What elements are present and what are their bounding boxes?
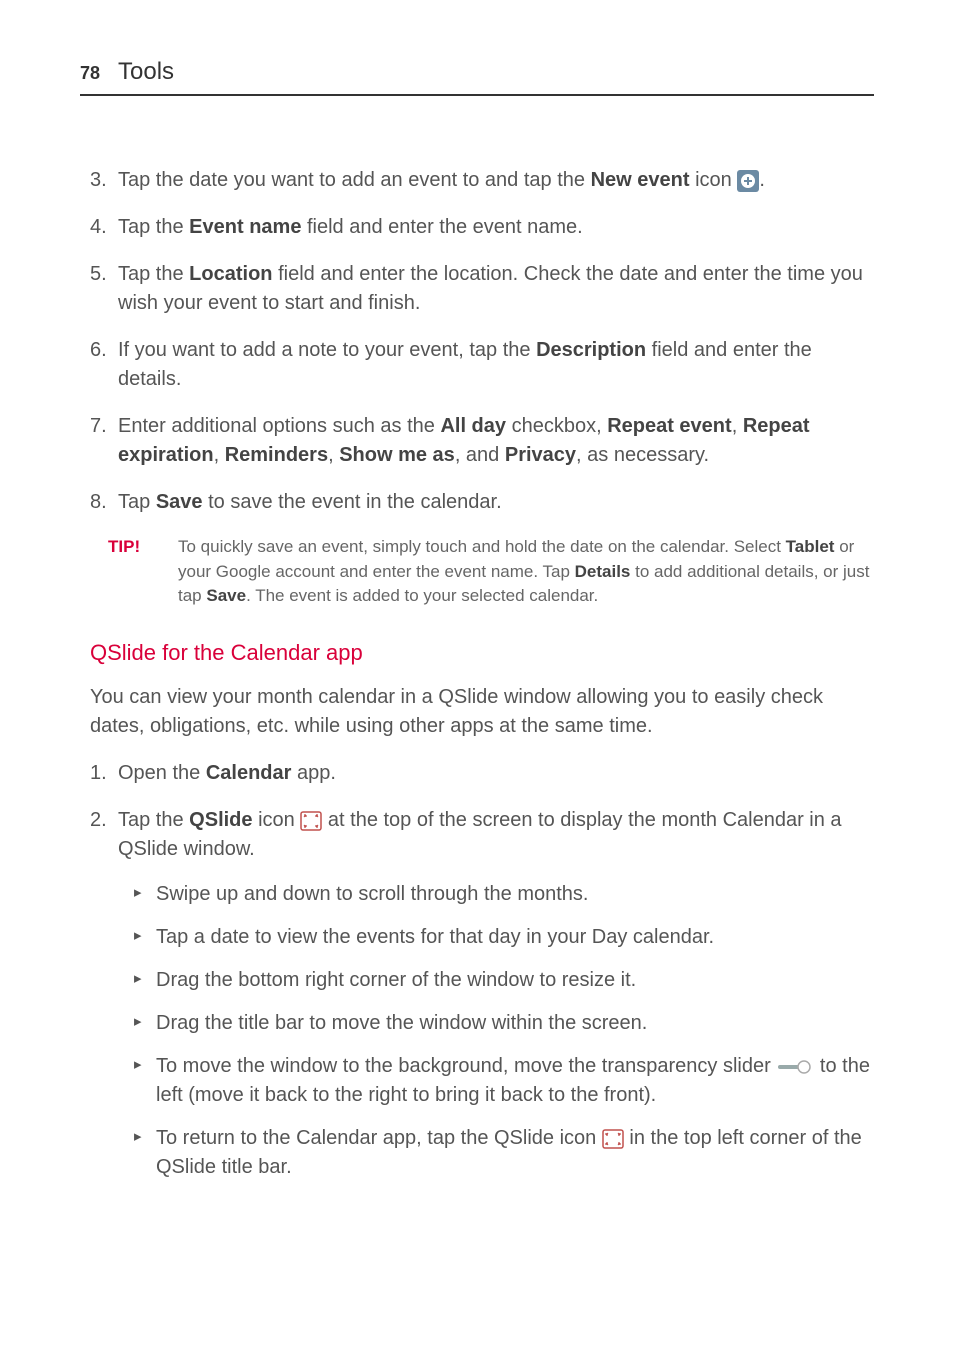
step-text: Tap — [118, 491, 156, 513]
tip-label: TIP! — [108, 535, 178, 609]
bold-privacy: Privacy — [505, 444, 576, 466]
bold-show-me-as: Show me as — [339, 444, 455, 466]
bold-details: Details — [575, 562, 631, 581]
bullet-drag-corner: Drag the bottom right corner of the wind… — [134, 966, 874, 995]
step-text: , — [214, 444, 225, 466]
page-number: 78 — [80, 60, 110, 86]
step-text: If you want to add a note to your event,… — [118, 339, 536, 361]
qslide-steps: 1. Open the Calendar app. 2. Tap the QSl… — [90, 759, 874, 1183]
step-text: app. — [291, 762, 335, 784]
bold-save: Save — [206, 586, 246, 605]
bold-tablet: Tablet — [786, 537, 835, 556]
qslide-step-2: 2. Tap the QSlide icon at the top of the… — [90, 806, 874, 1183]
bullet-return: To return to the Calendar app, tap the Q… — [134, 1124, 874, 1182]
bold-all-day: All day — [440, 415, 506, 437]
qslide-compress-icon — [300, 806, 322, 835]
qslide-step-1: 1. Open the Calendar app. — [90, 759, 874, 788]
step-4: 4. Tap the Event name field and enter th… — [90, 213, 874, 242]
bold-description: Description — [536, 339, 646, 361]
bullet-text: To move the window to the background, mo… — [156, 1055, 776, 1077]
bold-event-name: Event name — [189, 216, 301, 238]
steps-list: 3. Tap the date you want to add an event… — [90, 166, 874, 517]
step-text: , as necessary. — [576, 444, 709, 466]
step-number: 3. — [90, 166, 107, 195]
bullet-swipe: Swipe up and down to scroll through the … — [134, 880, 874, 909]
qslide-intro: You can view your month calendar in a QS… — [90, 683, 874, 741]
step-7: 7. Enter additional options such as the … — [90, 412, 874, 470]
step-8: 8. Tap Save to save the event in the cal… — [90, 488, 874, 517]
step-number: 1. — [90, 759, 107, 788]
step-text: Tap the — [118, 216, 189, 238]
step-text: Enter additional options such as the — [118, 415, 440, 437]
step-text: Open the — [118, 762, 206, 784]
step-number: 4. — [90, 213, 107, 242]
qslide-bullets: Swipe up and down to scroll through the … — [134, 880, 874, 1182]
section-title: Tools — [118, 55, 174, 90]
step-text: , — [328, 444, 339, 466]
step-text: checkbox, — [506, 415, 607, 437]
page-content: 3. Tap the date you want to add an event… — [80, 166, 874, 1183]
qslide-expand-icon — [602, 1124, 624, 1153]
step-number: 6. — [90, 336, 107, 365]
bold-reminders: Reminders — [225, 444, 328, 466]
step-text: to save the event in the calendar. — [203, 491, 502, 513]
page-header: 78 Tools — [80, 55, 874, 96]
bold-location: Location — [189, 263, 272, 285]
slider-icon — [776, 1052, 814, 1081]
bold-calendar: Calendar — [206, 762, 292, 784]
bullet-drag-title: Drag the title bar to move the window wi… — [134, 1009, 874, 1038]
step-text: Tap the date you want to add an event to… — [118, 169, 591, 191]
tip-box: TIP! To quickly save an event, simply to… — [90, 535, 874, 609]
step-3: 3. Tap the date you want to add an event… — [90, 166, 874, 195]
step-text: . — [759, 169, 765, 191]
step-number: 5. — [90, 260, 107, 289]
tip-body: To quickly save an event, simply touch a… — [178, 535, 874, 609]
step-text: , — [732, 415, 743, 437]
tip-text: To quickly save an event, simply touch a… — [178, 537, 786, 556]
step-5: 5. Tap the Location field and enter the … — [90, 260, 874, 318]
step-number: 7. — [90, 412, 107, 441]
tip-text: . The event is added to your selected ca… — [246, 586, 598, 605]
new-event-icon — [737, 166, 759, 195]
bullet-tap-date: Tap a date to view the events for that d… — [134, 923, 874, 952]
step-text: , and — [455, 444, 505, 466]
bold-qslide: QSlide — [189, 809, 252, 831]
step-text: icon — [253, 809, 301, 831]
bullet-transparency: To move the window to the background, mo… — [134, 1052, 874, 1110]
step-number: 2. — [90, 806, 107, 835]
bold-save: Save — [156, 491, 203, 513]
step-text: icon — [690, 169, 738, 191]
step-6: 6. If you want to add a note to your eve… — [90, 336, 874, 394]
qslide-heading: QSlide for the Calendar app — [90, 637, 874, 669]
bold-repeat-event: Repeat event — [607, 415, 732, 437]
step-text: Tap the — [118, 263, 189, 285]
step-number: 8. — [90, 488, 107, 517]
step-text: Tap the — [118, 809, 189, 831]
bold-new-event: New event — [591, 169, 690, 191]
step-text: field and enter the event name. — [301, 216, 582, 238]
bullet-text: To return to the Calendar app, tap the Q… — [156, 1127, 602, 1149]
